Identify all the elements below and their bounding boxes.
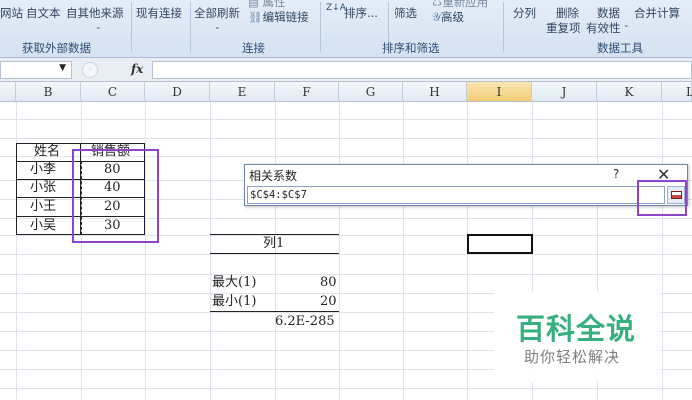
formula-bar: ▼ · fx	[0, 58, 692, 82]
reapply-label: 重新应用	[442, 0, 489, 9]
grid-line	[339, 102, 340, 400]
grid-line	[0, 119, 692, 120]
name-cell[interactable]: 小张	[30, 180, 56, 196]
column-header-h[interactable]: H	[403, 82, 467, 102]
remove-duplicates-button[interactable]: 删除	[556, 5, 579, 21]
ribbon-separator	[131, 2, 132, 52]
column-header-i[interactable]: I	[467, 82, 532, 102]
consolidate-button[interactable]: 合并计算	[634, 5, 680, 21]
reapply-icon: ♺	[432, 0, 443, 9]
ribbon-separator	[503, 2, 504, 52]
ribbon-separator	[320, 2, 321, 52]
advanced-button[interactable]: 𝒴高级	[432, 9, 464, 25]
stats-header-border	[210, 253, 339, 254]
select-all-corner[interactable]	[0, 82, 16, 102]
range-input[interactable]: $C$4:$C$7	[247, 186, 665, 204]
column-header-e[interactable]: E	[210, 82, 275, 102]
column-header-f[interactable]: F	[275, 82, 339, 102]
column-header-d[interactable]: D	[145, 82, 210, 102]
watermark-subtitle: 助你轻松解决	[524, 348, 621, 366]
column-header-l[interactable]: L	[662, 82, 692, 102]
header-name-cell[interactable]: 姓名	[34, 144, 60, 160]
help-button[interactable]: ?	[613, 167, 619, 181]
sort-az-icon[interactable]: Z↓A	[326, 4, 346, 13]
dropdown-arrow-icon[interactable]: ▼	[59, 63, 66, 73]
data-validation-button[interactable]: 数据	[597, 5, 620, 21]
group-label-data-tools: 数据工具	[597, 41, 643, 55]
properties-label: 属性	[262, 0, 286, 9]
name-cell[interactable]: 小王	[30, 199, 56, 215]
insert-function-icon[interactable]: fx	[131, 62, 143, 76]
formula-input[interactable]	[152, 61, 692, 79]
grid-line	[0, 274, 692, 275]
text-to-columns-button[interactable]: 分列	[513, 5, 536, 21]
properties-icon: ▤	[248, 0, 259, 9]
stats-extra-value[interactable]: 6.2E-285	[275, 314, 335, 330]
ribbon-separator	[190, 2, 191, 52]
dialog-title: 相关系数	[249, 169, 298, 183]
grid-line	[662, 102, 663, 400]
highlight-sales-range	[72, 149, 159, 243]
highlight-expand-button	[637, 180, 687, 216]
stats-bottom-border	[210, 311, 339, 312]
cancel-circle-icon[interactable]: ·	[82, 62, 98, 78]
from-text-button[interactable]: 自文本	[26, 5, 61, 21]
chevron-down-icon: ⌄	[623, 20, 630, 29]
advanced-label: 高级	[441, 10, 465, 24]
name-cell[interactable]: 小李	[30, 162, 56, 178]
grid-line	[403, 102, 404, 400]
advanced-filter-icon: 𝒴	[432, 10, 442, 24]
column-header-c[interactable]: C	[81, 82, 145, 102]
name-box[interactable]: ▼	[0, 61, 72, 79]
refresh-all-button[interactable]: 全部刷新	[194, 5, 240, 21]
remove-duplicates-label-2: 重复项	[546, 21, 581, 35]
from-other-sources-button[interactable]: 自其他来源	[66, 5, 124, 21]
edit-links-button[interactable]: ⛓编辑链接	[248, 9, 309, 25]
stats-min-value[interactable]: 20	[320, 294, 337, 310]
existing-connections-button[interactable]: 现有连接	[136, 5, 182, 21]
stats-top-border	[210, 234, 339, 235]
edit-links-label: 编辑链接	[262, 10, 309, 24]
grid-line	[210, 102, 211, 400]
group-label-sort-filter: 排序和筛选	[382, 41, 440, 55]
grid-line	[0, 254, 692, 255]
from-web-button[interactable]: 网站	[0, 5, 23, 21]
group-label-connections: 连接	[242, 41, 265, 55]
grid-line	[0, 388, 692, 389]
watermark: 百科全说 助你轻松解决	[494, 292, 660, 382]
grid-line	[0, 138, 692, 139]
stats-column-title[interactable]: 列1	[263, 236, 284, 252]
data-validation-label-2: 有效性	[586, 21, 621, 35]
stats-max-value[interactable]: 80	[320, 275, 337, 291]
column-header-j[interactable]: J	[532, 82, 597, 102]
chevron-down-icon: ⌄	[95, 22, 102, 31]
sort-button[interactable]: 排序...	[344, 5, 378, 21]
stats-max-label[interactable]: 最大(1)	[212, 275, 256, 291]
column-header-b[interactable]: B	[16, 82, 81, 102]
column-header-k[interactable]: K	[597, 82, 662, 102]
watermark-title: 百科全说	[516, 312, 637, 346]
column-header-g[interactable]: G	[339, 82, 403, 102]
filter-button[interactable]: 筛选	[394, 5, 417, 21]
name-cell[interactable]: 小吴	[30, 218, 56, 234]
link-icon: ⛓	[248, 10, 263, 24]
correlation-dialog: 相关系数 ? ✕ $C$4:$C$7	[244, 164, 688, 206]
grid-line	[145, 102, 146, 400]
group-label-external-data: 获取外部数据	[22, 41, 91, 55]
chevron-down-icon: ⌄	[214, 22, 221, 31]
stats-min-label[interactable]: 最小(1)	[212, 294, 256, 310]
ribbon: 网站 自文本 自其他来源 ⌄ 现有连接 全部刷新 ⌄ ▤ 属性 ⛓编辑链接 Z↓…	[0, 0, 692, 58]
active-cell[interactable]	[467, 234, 533, 254]
